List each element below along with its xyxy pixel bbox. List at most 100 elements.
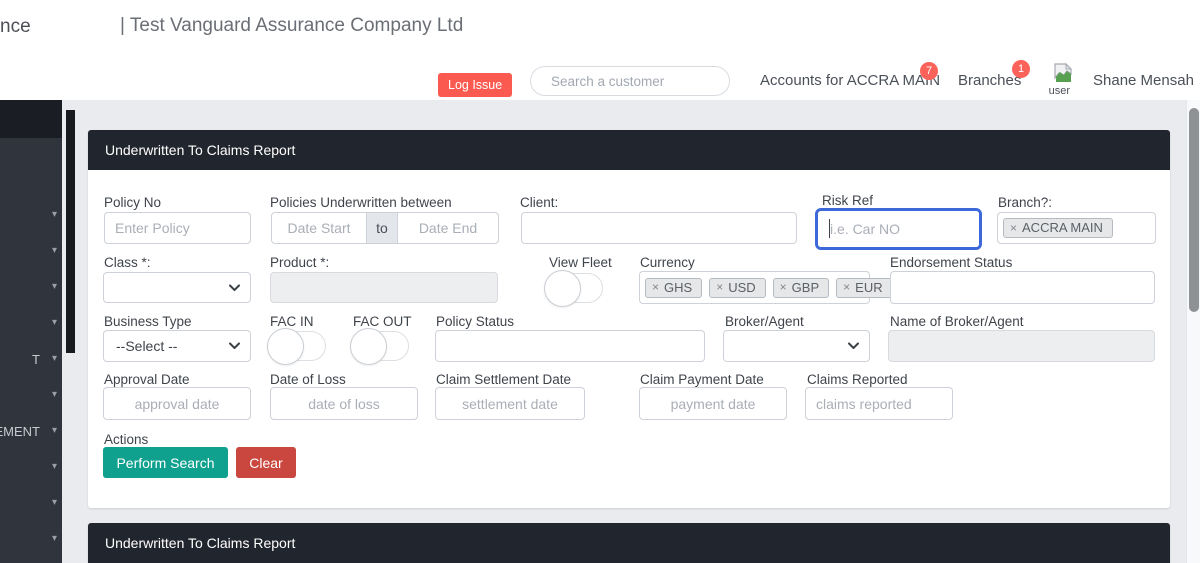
fac-out-label: FAC OUT [353, 314, 412, 329]
fac-out-toggle[interactable] [351, 331, 409, 361]
product-input [270, 272, 498, 303]
client-input[interactable] [521, 212, 797, 244]
broken-image-icon [1052, 62, 1074, 84]
policy-no-input[interactable] [104, 212, 251, 244]
branch-label: Branch?: [998, 195, 1052, 210]
panel-title: Underwritten To Claims Report [105, 142, 295, 158]
sidebar-menu-item[interactable]: ▾ [0, 235, 62, 271]
page-scrollbar[interactable] [1186, 100, 1200, 563]
broker-name-label: Name of Broker/Agent [890, 314, 1024, 329]
chevron-down-icon: ▾ [52, 497, 57, 508]
broker-name-input [888, 330, 1155, 362]
risk-ref-input[interactable] [818, 211, 979, 247]
panel-header: Underwritten To Claims Report [88, 130, 1170, 170]
chevron-down-icon: ▾ [52, 425, 57, 436]
sidebar-menu-item[interactable]: ▾ [0, 379, 62, 415]
claims-reported-input[interactable] [805, 387, 953, 420]
policy-status-input[interactable] [435, 330, 705, 362]
policy-status-label: Policy Status [436, 314, 514, 329]
claim-settlement-date-input[interactable] [435, 387, 585, 420]
remove-tag-icon[interactable]: × [1010, 221, 1017, 235]
page-scrollbar-thumb[interactable] [1189, 108, 1199, 312]
date-end-input[interactable] [397, 212, 499, 244]
toggle-knob [544, 270, 581, 307]
remove-tag-icon[interactable]: × [843, 280, 850, 294]
approval-date-label: Approval Date [104, 372, 190, 387]
actions-label: Actions [104, 432, 148, 447]
policy-no-label: Policy No [104, 195, 161, 210]
sidebar-scrollbar-thumb[interactable] [66, 110, 75, 353]
endorsement-status-label: Endorsement Status [890, 255, 1012, 270]
app-root: nce | Test Vanguard Assurance Company Lt… [0, 0, 1200, 563]
nav-accounts-link[interactable]: Accounts for ACCRA MAIN [760, 72, 940, 89]
endorsement-status-input[interactable] [890, 271, 1155, 304]
sidebar-header-block [0, 100, 62, 138]
remove-tag-icon[interactable]: × [652, 280, 659, 294]
claims-reported-label: Claims Reported [807, 372, 908, 387]
customer-search-input[interactable] [530, 66, 730, 96]
class-select[interactable] [103, 272, 251, 303]
claim-payment-date-label: Claim Payment Date [640, 372, 764, 387]
business-type-select[interactable]: --Select -- [103, 330, 251, 362]
chevron-down-icon [229, 343, 240, 350]
fac-in-label: FAC IN [270, 314, 314, 329]
fac-in-toggle[interactable] [268, 331, 326, 361]
client-label: Client: [520, 195, 558, 210]
view-fleet-label: View Fleet [549, 255, 612, 270]
nav-branches-link[interactable]: Branches [958, 72, 1021, 89]
chevron-down-icon: ▾ [52, 317, 57, 328]
sidebar-menu-item[interactable]: ▾ [0, 307, 62, 343]
panel-title: Underwritten To Claims Report [105, 535, 295, 551]
branch-tag-chip: ×ACCRA MAIN [1003, 218, 1113, 238]
sidebar-menu-item[interactable]: ▾ [0, 199, 62, 235]
underwritten-between-group: to [271, 212, 499, 244]
risk-ref-label: Risk Ref [822, 193, 873, 208]
sidebar-menu-item[interactable]: T ▾ [0, 343, 62, 379]
chevron-down-icon: ▾ [52, 245, 57, 256]
remove-tag-icon[interactable]: × [716, 280, 723, 294]
date-start-input[interactable] [271, 212, 367, 244]
sidebar-menu-item[interactable]: ▾ [0, 451, 62, 487]
sidebar-menu-item[interactable]: ▾ [0, 271, 62, 307]
chevron-down-icon [848, 343, 859, 350]
broker-agent-label: Broker/Agent [725, 314, 804, 329]
remove-tag-icon[interactable]: × [780, 280, 787, 294]
currency-chip-text: GBP [792, 280, 819, 295]
user-menu[interactable]: Shane Mensah▾ [1093, 72, 1200, 89]
approval-date-input[interactable] [103, 387, 251, 420]
business-type-select-value: --Select -- [116, 338, 177, 354]
chevron-down-icon: ▾ [52, 209, 57, 220]
sidebar: ▾ ▾ ▾ ▾ T ▾ ▾ EMENT ▾ ▾ [0, 100, 62, 563]
claims-report-results-panel: Underwritten To Claims Report [88, 523, 1170, 563]
product-label: Product *: [270, 255, 329, 270]
claim-payment-date-input[interactable] [639, 387, 787, 420]
chevron-down-icon: ▾ [52, 281, 57, 292]
perform-search-button[interactable]: Perform Search [103, 447, 228, 478]
clear-button[interactable]: Clear [236, 447, 296, 478]
sidebar-menu-item[interactable]: ▾ [0, 523, 62, 559]
text-cursor [829, 219, 830, 238]
view-fleet-toggle[interactable] [545, 273, 603, 303]
date-of-loss-label: Date of Loss [270, 372, 346, 387]
claims-report-filter-panel: Underwritten To Claims Report Policy No … [88, 130, 1170, 508]
chevron-down-icon: ▾ [52, 533, 57, 544]
currency-chip-text: USD [728, 280, 755, 295]
date-of-loss-input[interactable] [270, 387, 418, 420]
currency-label: Currency [640, 255, 695, 270]
currency-multiselect[interactable]: ×GHS×USD×GBP×EUR [639, 271, 870, 304]
user-name: Shane Mensah [1093, 72, 1194, 89]
log-issue-button[interactable]: Log Issue [438, 73, 512, 97]
branch-multiselect[interactable]: ×ACCRA MAIN [997, 212, 1156, 244]
branches-count-badge: 1 [1012, 60, 1030, 78]
date-range-separator: to [367, 212, 397, 244]
currency-chip-text: EUR [855, 280, 882, 295]
sidebar-menu-item[interactable]: EMENT ▾ [0, 415, 62, 451]
user-avatar-broken-image-icon[interactable]: user [1048, 62, 1078, 98]
sidebar-menu-item[interactable]: ▾ [0, 487, 62, 523]
currency-chip: × EUR [836, 278, 892, 298]
chevron-down-icon: ▾ [52, 389, 57, 400]
topbar: nce | Test Vanguard Assurance Company Lt… [0, 0, 1200, 100]
broker-agent-select[interactable] [723, 330, 870, 362]
claim-settlement-date-label: Claim Settlement Date [436, 372, 571, 387]
underwritten-between-label: Policies Underwritten between [270, 195, 452, 210]
